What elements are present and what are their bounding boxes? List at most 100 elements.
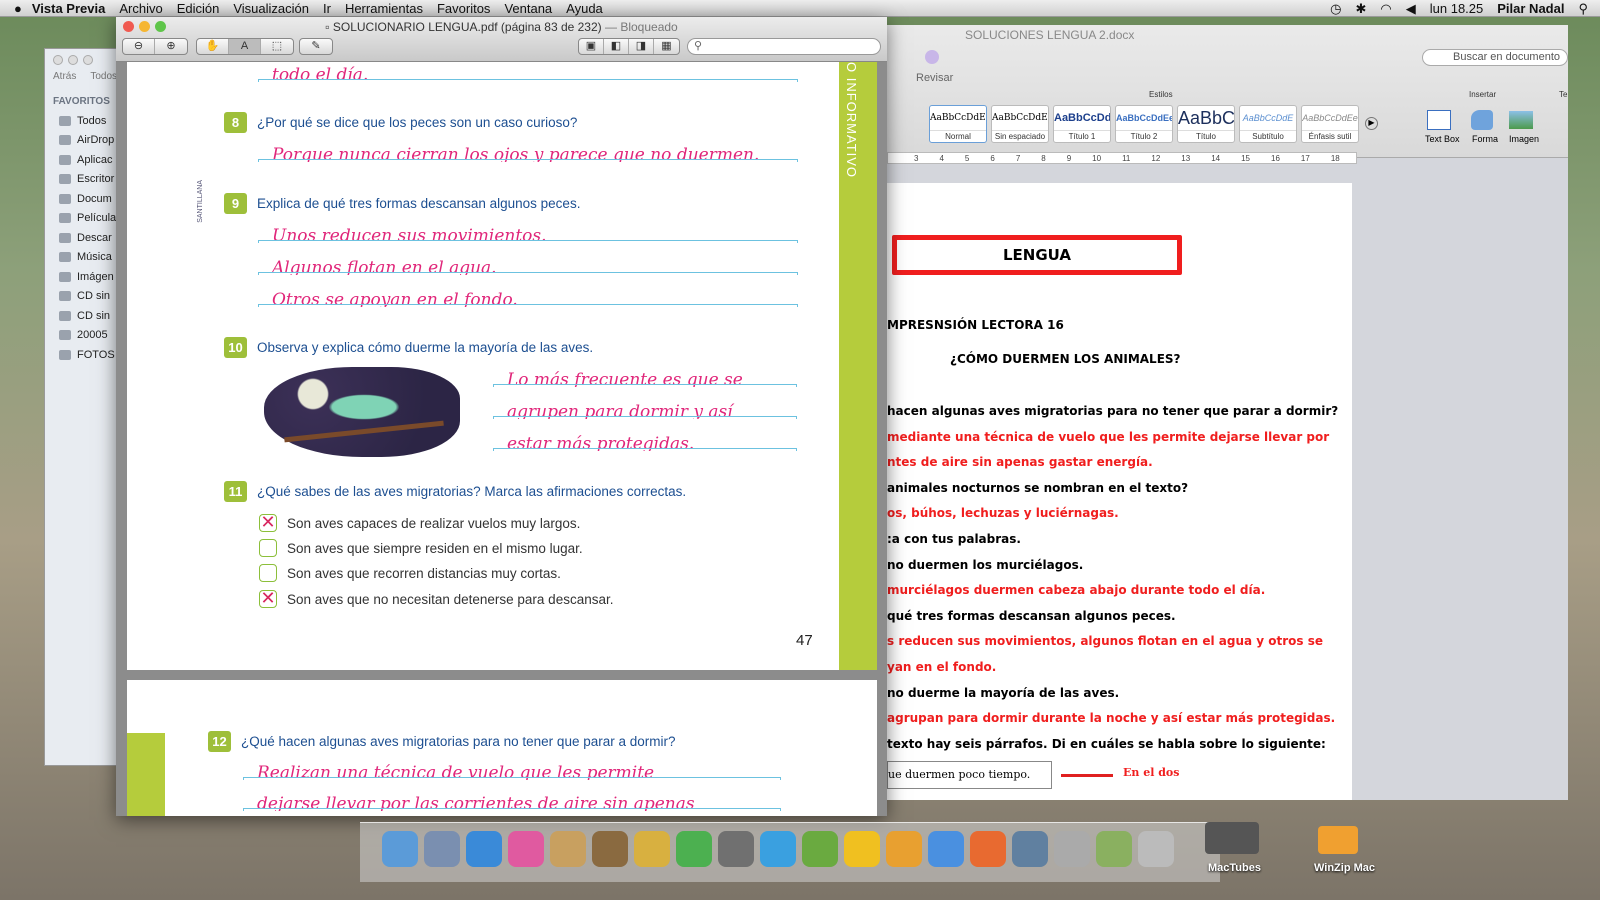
dock-app-icon[interactable] [844,831,880,867]
select-tool-icon[interactable]: ⬚ [261,39,293,54]
view-single-icon[interactable]: ▣ [579,39,604,54]
style-normal[interactable]: AaBbCcDdEe Normal [929,105,987,143]
doc-line: qué tres formas descansan algunos peces. [887,608,1176,623]
question-8: 8 ¿Por qué se dice que los peces son un c… [224,112,577,133]
style-sin-espaciado[interactable]: AaBbCcDdEe Sin espaciado [991,105,1049,143]
menu-ventana[interactable]: Ventana [504,1,552,16]
annotate-pencil-icon[interactable]: ✎ [300,39,332,54]
pdf-search-input[interactable]: ⚲ [687,38,881,55]
answer-line: Porque nunca cierran los ojos y parece q… [258,146,798,170]
dock-label-winzip[interactable]: WinZip Mac [1314,862,1375,874]
dock-app-icon[interactable] [970,831,1006,867]
sidebar-item[interactable]: Docum [45,189,123,209]
dock-app-icon[interactable] [424,831,460,867]
styles-next-arrow-icon[interactable]: ▶ [1365,117,1378,130]
dock-app-icon[interactable] [676,831,712,867]
dock-app-icon[interactable] [550,831,586,867]
spotlight-icon[interactable]: ⚲ [1578,1,1588,17]
doc-line: texto hay seis párrafos. Di en cuáles se… [887,736,1326,751]
checkbox-option[interactable]: Son aves que siempre residen en el mismo… [259,539,583,557]
tab-revisar[interactable]: Revisar [916,72,953,84]
sidebar-item[interactable]: Aplicac [45,150,123,170]
side-stripe [127,733,165,816]
style-titulo-1[interactable]: AaBbCcDd Título 1 [1053,105,1111,143]
mactubes-icon[interactable] [1205,822,1259,854]
menu-ayuda[interactable]: Ayuda [566,1,603,16]
zoom-in-icon[interactable]: ⊕ [155,39,187,54]
dock-app-icon[interactable] [760,831,796,867]
style-titulo[interactable]: AaBbC Título [1177,105,1235,143]
dock-app-icon[interactable] [1138,831,1174,867]
insert-image[interactable]: Imagen [1509,134,1539,144]
menu-favoritos[interactable]: Favoritos [437,1,490,16]
dock-app-icon[interactable] [466,831,502,867]
dock-app-icon[interactable] [802,831,838,867]
sidebar-item[interactable]: AirDrop [45,131,123,151]
dock-app-icon[interactable] [382,831,418,867]
sidebar-item[interactable]: FOTOS [45,345,123,365]
dock-app-icon[interactable] [1054,831,1090,867]
finder-all[interactable]: Todos [90,71,117,82]
menu-archivo[interactable]: Archivo [119,1,162,16]
time-machine-icon[interactable]: ◷ [1330,1,1341,17]
style-titulo-2[interactable]: AaBbCcDdEe Título 2 [1115,105,1173,143]
answer-line: Realizan una técnica de vuelo que les pe… [243,764,781,788]
sidebar-item[interactable]: Escritor [45,170,123,190]
sidebar-item[interactable]: 20005 [45,326,123,346]
dock-app-icon[interactable] [1096,831,1132,867]
dock-app-icon[interactable] [928,831,964,867]
dock-app-icon[interactable] [886,831,922,867]
clock[interactable]: lun 18.25 [1430,1,1484,16]
finder-window-controls[interactable] [45,49,123,71]
checkbox-option[interactable]: ✕ Son aves que no necesitan detenerse par… [259,589,613,608]
text-box-icon[interactable] [1427,110,1451,130]
style-subtitulo[interactable]: AaBbCcDdE Subtítulo [1239,105,1297,143]
menu-visualizacion[interactable]: Visualización [233,1,309,16]
style-enfasis-sutil[interactable]: AaBbCcDdEe Énfasis sutil [1301,105,1359,143]
dock-app-icon[interactable] [508,831,544,867]
dock-app-icon[interactable] [634,831,670,867]
image-icon[interactable] [1509,111,1533,129]
menu-app[interactable]: Vista Previa [32,1,105,16]
insert-text-box[interactable]: Text Box [1425,134,1460,144]
word-search-input[interactable]: Buscar en documento [1422,49,1568,66]
bluetooth-icon[interactable]: ✱ [1356,1,1367,17]
sidebar-item[interactable]: CD sin [45,306,123,326]
pdf-page[interactable]: O INFORMATIVO SANTILLANA todo el día. 8 ¿… [127,62,877,670]
dock-app-icon[interactable] [592,831,628,867]
view-grid-icon[interactable]: ▦ [654,39,679,54]
word-document-page[interactable]: LENGUA MPRESNSIÓN LECTORA 16 ¿CÓMO DUERM… [887,183,1352,800]
hand-tool-icon[interactable]: ✋ [197,39,229,54]
pdf-page[interactable]: 12 ¿Qué hacen algunas aves migratorias pa… [127,680,877,816]
dock [360,822,1220,882]
checkbox-option[interactable]: Son aves que recorren distancias muy cor… [259,564,561,582]
wifi-icon[interactable]: ◠ [1380,1,1391,17]
view-sidebar-icon[interactable]: ◧ [604,39,629,54]
menu-herramientas[interactable]: Herramientas [345,1,423,16]
volume-icon[interactable]: ◀ [1406,1,1416,17]
dock-app-icon[interactable] [1012,831,1048,867]
ruler[interactable]: 3 4 5 6 7 8 9 10 11 12 13 14 15 16 17 18 [887,152,1357,164]
menu-ir[interactable]: Ir [323,1,331,16]
sidebar-item[interactable]: Imágen [45,267,123,287]
help-icon[interactable] [925,50,939,64]
user-name[interactable]: Pilar Nadal [1497,1,1564,16]
sidebar-item[interactable]: Todos [45,111,123,131]
finder-back[interactable]: Atrás [53,71,76,82]
view-sidebar2-icon[interactable]: ◨ [629,39,654,54]
dock-label-mactubes[interactable]: MacTubes [1208,862,1261,874]
sidebar-item[interactable]: Descar [45,228,123,248]
apple-menu-icon[interactable]: ● [14,1,22,16]
menu-edicion[interactable]: Edición [177,1,220,16]
dock-app-icon[interactable] [718,831,754,867]
text-tool-icon[interactable]: A [229,39,261,54]
insert-shape[interactable]: Forma [1472,134,1498,144]
sidebar-item[interactable]: Película [45,209,123,229]
zoom-out-icon[interactable]: ⊖ [123,39,155,54]
shape-icon[interactable] [1471,110,1493,130]
sidebar-item[interactable]: CD sin [45,287,123,307]
checkbox-option[interactable]: ✕ Son aves capaces de realizar vuelos muy… [259,513,580,532]
sidebar-item[interactable]: Música [45,248,123,268]
sleeping-birds-illustration [264,367,460,457]
winzip-icon[interactable] [1318,826,1358,854]
